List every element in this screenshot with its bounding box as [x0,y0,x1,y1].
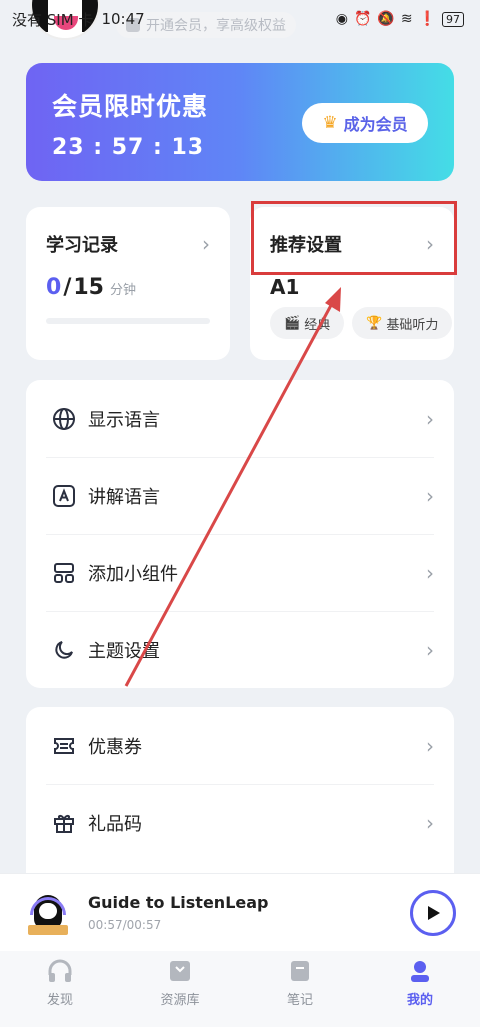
theme-settings-row[interactable]: 主题设置 › [26,611,454,688]
member-banner[interactable]: 会员限时优惠 23 : 57 : 13 ♛ 成为会员 [26,63,454,181]
nav-discover[interactable]: 发现 [10,959,110,1027]
menu-label: 显示语言 [88,409,160,431]
chevron-right-icon: › [426,637,434,662]
study-progress-bar [46,318,210,324]
nav-label: 笔记 [286,993,313,1008]
alert-icon: ❗ [418,11,436,27]
trophy-icon: 🏆 [366,315,383,331]
play-icon [428,905,440,920]
bottom-nav: 发现 资源库 笔记 我的 [0,951,480,1027]
coupon-icon [50,732,78,760]
study-total: 15 [73,275,104,300]
chevron-right-icon: › [426,733,434,758]
chevron-right-icon: › [426,406,434,431]
study-separator: / [63,275,72,300]
study-card-header: 学习记录 › [46,231,210,257]
status-icons: ◉ ⏰ 🔕 ≋ ❗ 97 [336,11,464,27]
study-unit: 分钟 [109,283,136,298]
status-bar: 没有 SIM 卡 10:47 ◉ ⏰ 🔕 ≋ ❗ 97 [0,0,480,38]
nav-label: 我的 [406,993,433,1008]
play-button[interactable] [410,889,456,936]
annotation-highlight-box [251,201,457,275]
menu-label: 主题设置 [88,640,160,662]
letter-a-icon [50,482,78,510]
user-icon [411,961,429,982]
status-time: 10:47 [101,10,145,28]
gift-code-row[interactable]: 礼品码 › [26,784,454,861]
become-member-label: 成为会员 [343,115,408,134]
study-card-title: 学习记录 [46,235,118,256]
menu-label: 讲解语言 [88,486,160,508]
chevron-right-icon: › [426,810,434,835]
book-icon [28,924,68,935]
display-language-row[interactable]: 显示语言 › [26,380,454,457]
recommend-tags: 🎬 经典 🏆 基础听力 [270,307,453,339]
status-carrier: 没有 SIM 卡 [12,10,94,29]
study-minutes: 0 / 15 分钟 [46,275,210,300]
coupon-row[interactable]: 优惠券 › [26,707,454,784]
study-current: 0 [46,275,62,300]
widget-icon [50,559,78,587]
nav-library[interactable]: 资源库 [130,959,230,1027]
mute-icon: 🔕 [377,11,395,27]
eye-icon: ◉ [335,11,348,27]
mini-player[interactable]: Guide to ListenLeap 00:57/00:57 [0,873,480,951]
become-member-button[interactable]: ♛ 成为会员 [302,103,428,143]
wifi-icon: ≋ [400,11,413,27]
player-title: Guide to ListenLeap [88,893,269,912]
note-icon [291,961,309,981]
clapper-icon: 🎬 [284,315,301,331]
extras-list: 优惠券 › 礼品码 › [26,707,454,897]
menu-label: 优惠券 [88,736,142,758]
globe-icon [50,405,78,433]
chevron-right-icon: › [202,232,210,256]
alarm-icon: ⏰ [353,11,372,27]
crown-icon: ♛ [322,113,338,133]
gift-icon [50,809,78,837]
podcast-cover [24,888,72,937]
level-value: A1 [270,275,300,299]
player-info: Guide to ListenLeap 00:57/00:57 [88,893,410,932]
tag-basic-listening: 🏆 基础听力 [352,307,453,339]
nav-me[interactable]: 我的 [370,959,470,1027]
tag-label: 基础听力 [386,317,439,333]
explain-language-row[interactable]: 讲解语言 › [26,457,454,534]
study-record-card[interactable]: 学习记录 › 0 / 15 分钟 [26,207,230,360]
player-time: 00:57/00:57 [88,918,162,932]
nav-label: 资源库 [160,993,200,1008]
chevron-right-icon: › [426,560,434,585]
bookmark-icon [170,961,190,981]
nav-notes[interactable]: 笔记 [250,959,350,1027]
chevron-right-icon: › [426,483,434,508]
menu-label: 添加小组件 [88,563,178,585]
menu-label: 礼品码 [88,813,142,835]
headphones-icon [30,896,66,915]
settings-list: 显示语言 › 讲解语言 › 添加小组件 › 主题设置 › [26,380,454,688]
add-widget-row[interactable]: 添加小组件 › [26,534,454,611]
nav-label: 发现 [46,993,73,1008]
status-left: 没有 SIM 卡 10:47 [12,9,145,30]
moon-icon [50,636,78,664]
battery-icon: 97 [442,11,464,27]
tag-classic: 🎬 经典 [270,307,345,339]
headphones-icon [48,959,72,982]
tag-label: 经典 [304,317,331,333]
